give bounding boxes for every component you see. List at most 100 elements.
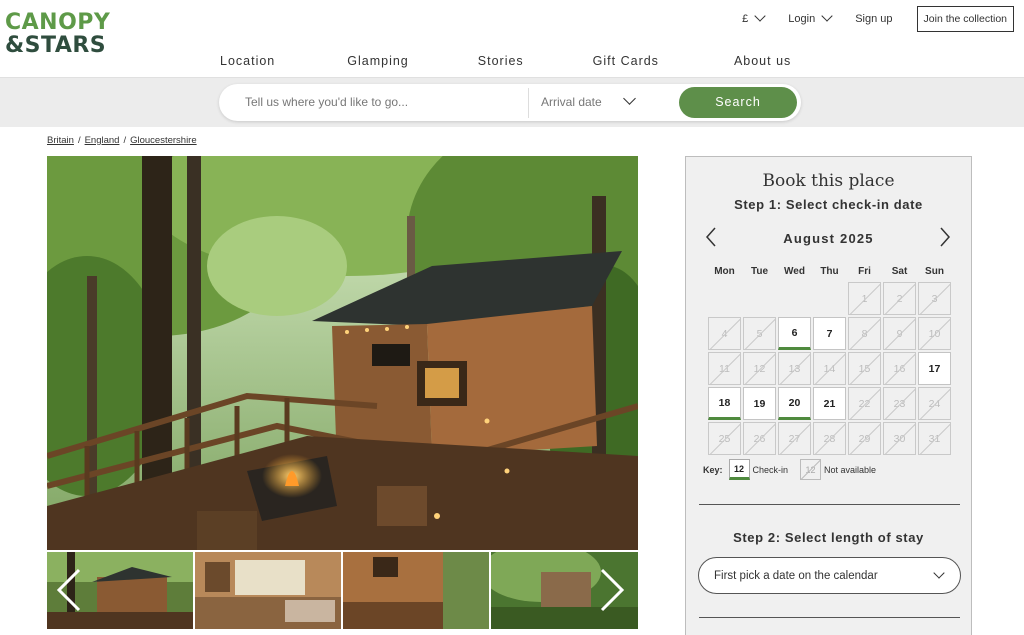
chevron-down-icon xyxy=(754,10,766,22)
calendar-day-unavailable: 3 xyxy=(917,281,952,316)
calendar-day-unavailable: 4 xyxy=(707,316,742,351)
chevron-down-icon xyxy=(933,567,945,579)
calendar-day-available[interactable]: 19 xyxy=(742,386,777,421)
calendar-week-row: 4 5 6 7 8 9 10 xyxy=(707,316,952,351)
key-unavailable-sample: 12 xyxy=(800,459,822,480)
currency-selector[interactable]: £ xyxy=(742,10,766,25)
calendar-day-unavailable: 8 xyxy=(847,316,882,351)
search-bar: Tell us where you'd like to go... Arriva… xyxy=(219,84,801,121)
logo-text-top: CANOPY xyxy=(5,10,111,35)
breadcrumb-britain[interactable]: Britain xyxy=(47,135,74,146)
calendar-day-number: 31 xyxy=(918,422,951,455)
breadcrumb-england[interactable]: England xyxy=(85,135,120,146)
calendar-empty-cell xyxy=(707,281,742,316)
calendar-day-number: 11 xyxy=(708,352,741,385)
calendar-day-number: 28 xyxy=(813,422,846,455)
calendar-day-number: 13 xyxy=(778,352,811,385)
booking-panel: Book this place Step 1: Select check-in … xyxy=(685,156,972,635)
breadcrumb-gloucestershire[interactable]: Gloucestershire xyxy=(130,135,197,146)
site-logo[interactable]: CANOPY &STARS xyxy=(5,10,111,58)
weekday-label: Mon xyxy=(714,266,735,277)
calendar-empty-cell xyxy=(742,281,777,316)
calendar-day-number: 30 xyxy=(883,422,916,455)
nav-stories[interactable]: Stories xyxy=(478,54,524,68)
calendar-day-unavailable: 27 xyxy=(777,421,812,456)
thumbnail-3[interactable] xyxy=(343,552,489,629)
main-photo[interactable] xyxy=(47,156,638,550)
join-collection-button[interactable]: Join the collection xyxy=(916,5,1014,32)
weekday-label: Wed xyxy=(784,266,805,277)
step2-heading: Step 2: Select length of stay xyxy=(733,530,924,545)
currency-label: £ xyxy=(742,12,749,25)
calendar-day-number: 16 xyxy=(883,352,916,385)
search-input[interactable]: Tell us where you'd like to go... xyxy=(245,95,525,109)
calendar-day-unavailable: 1 xyxy=(847,281,882,316)
calendar-empty-cell xyxy=(812,281,847,316)
calendar-day-unavailable: 30 xyxy=(882,421,917,456)
calendar-key: Key: 12 Check-in 12 Not available xyxy=(703,459,888,480)
calendar-day-number: 1 xyxy=(848,282,881,315)
key-checkin-text: Check-in xyxy=(752,464,789,475)
calendar-day-number: 8 xyxy=(848,317,881,350)
nav-location[interactable]: Location xyxy=(220,54,275,68)
calendar-day-unavailable: 5 xyxy=(742,316,777,351)
weekday-label: Sun xyxy=(925,266,944,277)
gallery-prev-icon[interactable] xyxy=(55,568,83,612)
length-of-stay-select[interactable]: First pick a date on the calendar xyxy=(698,557,961,594)
calendar-day-unavailable: 24 xyxy=(917,386,952,421)
calendar-day-unavailable: 25 xyxy=(707,421,742,456)
step1-heading: Step 1: Select check-in date xyxy=(734,197,923,212)
logo-text-bottom: &STARS xyxy=(5,33,107,58)
calendar-month: August 2025 xyxy=(783,231,874,246)
calendar-day-number: 7 xyxy=(813,317,846,350)
calendar-day-unavailable: 13 xyxy=(777,351,812,386)
login-menu[interactable]: Login xyxy=(788,10,833,25)
calendar-day-number: 9 xyxy=(883,317,916,350)
arrival-date-select[interactable]: Arrival date xyxy=(541,95,602,109)
key-checkin-sample: 12 xyxy=(728,459,750,480)
calendar-day-number: 22 xyxy=(848,387,881,420)
key-unavailable-text: Not available xyxy=(824,464,877,475)
calendar-day-number: 2 xyxy=(883,282,916,315)
nav-gift-cards[interactable]: Gift Cards xyxy=(593,54,659,68)
calendar-day-number: 12 xyxy=(743,352,776,385)
calendar-day-unavailable: 28 xyxy=(812,421,847,456)
nav-about-us[interactable]: About us xyxy=(734,54,791,68)
calendar-day-available[interactable]: 21 xyxy=(812,386,847,421)
thumbnail-2[interactable] xyxy=(195,552,341,629)
weekday-header: Mon Tue Wed Thu Fri Sat Sun xyxy=(707,266,952,277)
photo-thumbnails xyxy=(47,552,638,629)
gallery-next-icon[interactable] xyxy=(598,568,626,612)
calendar-day-unavailable: 29 xyxy=(847,421,882,456)
chevron-down-icon[interactable] xyxy=(623,92,636,105)
calendar-day-checkin[interactable]: 6 xyxy=(777,316,812,351)
calendar-day-unavailable: 16 xyxy=(882,351,917,386)
length-of-stay-placeholder: First pick a date on the calendar xyxy=(714,570,878,582)
calendar-next-icon[interactable] xyxy=(938,227,952,247)
weekday-label: Fri xyxy=(858,266,871,277)
calendar-empty-cell xyxy=(777,281,812,316)
calendar-day-available[interactable]: 7 xyxy=(812,316,847,351)
calendar-day-unavailable: 2 xyxy=(882,281,917,316)
calendar-day-number: 5 xyxy=(743,317,776,350)
nav-glamping[interactable]: Glamping xyxy=(347,54,409,68)
search-button[interactable]: Search xyxy=(679,87,797,118)
thumbnail-image xyxy=(343,552,489,629)
calendar-day-number: 26 xyxy=(743,422,776,455)
breadcrumb: Britain / England / Gloucestershire xyxy=(47,135,197,146)
signup-link[interactable]: Sign up xyxy=(855,13,892,25)
calendar-day-unavailable: 23 xyxy=(882,386,917,421)
calendar-day-checkin[interactable]: 18 xyxy=(707,386,742,421)
calendar-day-available[interactable]: 17 xyxy=(917,351,952,386)
calendar-day-checkin[interactable]: 20 xyxy=(777,386,812,421)
calendar-day-unavailable: 14 xyxy=(812,351,847,386)
calendar-week-row: 25 26 27 28 29 30 31 xyxy=(707,421,952,456)
calendar-day-number: 18 xyxy=(708,387,741,420)
chevron-down-icon xyxy=(821,10,833,22)
calendar-day-number: 17 xyxy=(918,352,951,385)
calendar-day-unavailable: 26 xyxy=(742,421,777,456)
key-label: Key: xyxy=(703,464,723,475)
calendar-day-number: 3 xyxy=(918,282,951,315)
weekday-label: Sat xyxy=(891,266,908,277)
calendar-week-row: 123 xyxy=(707,281,952,316)
